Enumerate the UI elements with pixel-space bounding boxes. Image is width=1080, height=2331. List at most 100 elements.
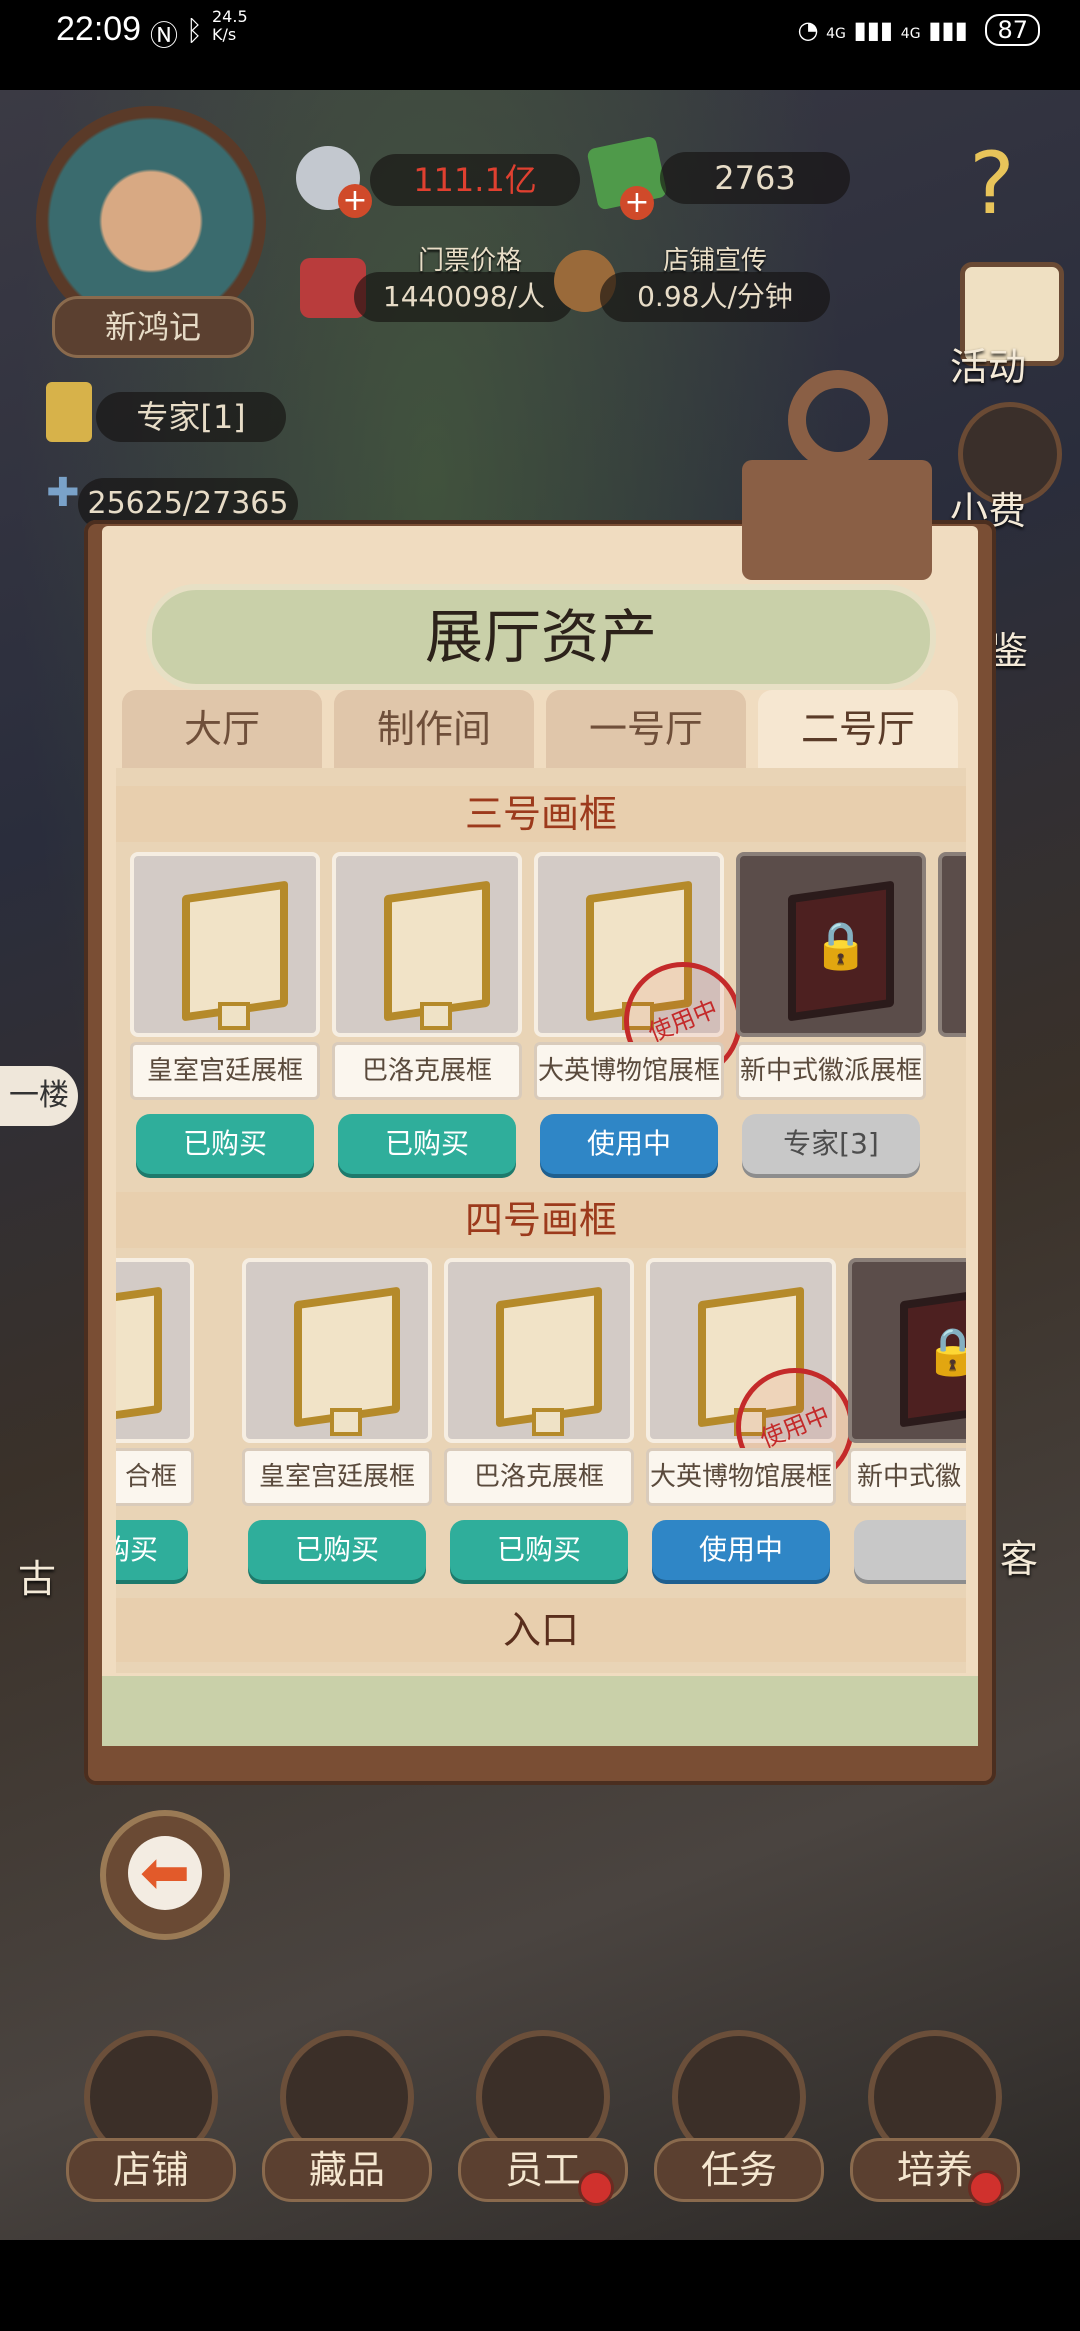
tab-hall[interactable]: 大厅	[122, 690, 322, 768]
frame-row-4: 合框 购买 皇室宫廷展框 已购买 巴洛克展框 已购买 使用中 大英博物馆展框 使…	[116, 1258, 966, 1598]
nav-collection[interactable]: 藏品	[262, 2030, 432, 2220]
gu-label[interactable]: 古	[18, 1548, 56, 1603]
promo-value: 0.98人/分钟	[600, 272, 830, 322]
frame-icon	[294, 1286, 400, 1428]
status-time: 22:09	[56, 10, 142, 48]
signal-label-1: 4G	[826, 26, 846, 42]
list-item[interactable]: 巴洛克展框 已购买	[332, 852, 528, 1192]
help-icon[interactable]: ?	[944, 136, 1040, 232]
frame-thumbnail-locked: 🔒	[848, 1258, 966, 1443]
nameplate-icon	[218, 1002, 250, 1030]
nav-tasks-label: 任务	[654, 2138, 824, 2202]
ticket-value: 1440098/人	[354, 272, 574, 322]
in-use-button[interactable]: 使用中	[540, 1114, 718, 1174]
expert-required-button[interactable]: 专家[3]	[742, 1114, 920, 1174]
net-speed: 24.5 K/s	[212, 8, 248, 44]
bought-button[interactable]: 已购买	[450, 1520, 628, 1580]
gems-value: 2763	[660, 152, 850, 204]
signal-icon-2: ▮▮▮	[928, 16, 968, 44]
frame-icon	[116, 1286, 162, 1428]
tab-hall-2[interactable]: 二号厅	[758, 690, 958, 768]
status-bar: 22:09 Ⓝ ᛒ 24.5 K/s ◔ 4G ▮▮▮ 4G ▮▮▮ 87	[0, 0, 1080, 90]
notification-dot	[968, 2170, 1004, 2206]
panel-footer	[102, 1676, 978, 1746]
signal-icon-1: ▮▮▮	[853, 16, 894, 44]
nameplate-icon	[532, 1408, 564, 1436]
list-item[interactable]: 使用中 大英博物馆展框 使用中	[534, 852, 760, 1192]
net-speed-value: 24.5	[212, 7, 248, 26]
lock-icon: 🔒	[924, 1324, 966, 1378]
buy-button[interactable]: 购买	[116, 1520, 188, 1580]
nav-shop[interactable]: 店铺	[66, 2030, 236, 2220]
expert-required-button[interactable]: 专家	[854, 1520, 966, 1580]
frame-name: 巴洛克展框	[444, 1448, 634, 1506]
bluetooth-icon: ᛒ	[186, 14, 203, 47]
bought-button[interactable]: 已购买	[338, 1114, 516, 1174]
player-name: 新鸿记	[52, 296, 254, 358]
signal-label-2: 4G	[900, 26, 921, 42]
system-nav-area	[0, 2240, 1080, 2331]
frame-icon	[496, 1286, 602, 1428]
status-right: ◔ 4G ▮▮▮ 4G ▮▮▮ 87	[798, 14, 1040, 46]
frame-name: 新中式徽派展框	[736, 1042, 926, 1100]
section-title-entrance: 入口	[116, 1598, 966, 1662]
nav-shop-label: 店铺	[66, 2138, 236, 2202]
list-item[interactable]: 🔒 新中式徽派展框 专家[3]	[736, 852, 932, 1192]
frame-name: 皇室宫廷展框	[130, 1042, 320, 1100]
frame-thumbnail-locked: 🔒	[736, 852, 926, 1037]
add-money-icon[interactable]: +	[338, 184, 372, 218]
frame-name: 新中式徽	[848, 1448, 966, 1506]
net-speed-unit: K/s	[212, 25, 237, 44]
nav-collection-label: 藏品	[262, 2138, 432, 2202]
floor-tag[interactable]: 一楼	[0, 1066, 78, 1126]
tab-hall-1[interactable]: 一号厅	[546, 690, 746, 768]
frame-icon	[182, 880, 288, 1022]
frame-thumbnail	[130, 852, 320, 1037]
list-item[interactable]: 皇室宫廷展框 已购买	[242, 1258, 438, 1598]
lock-icon: 🔒	[812, 918, 870, 972]
add-gems-icon[interactable]: +	[620, 186, 654, 220]
list-item-partial[interactable]: 🔒 新中式徽 专家	[848, 1258, 966, 1598]
nav-tasks[interactable]: 任务	[654, 2030, 824, 2220]
panel-title-banner: 展厅资产	[146, 584, 936, 690]
list-item-partial[interactable]: 合框 购买	[116, 1258, 200, 1598]
guest-label[interactable]: 客	[1000, 1528, 1038, 1583]
money-value: 111.1亿	[370, 154, 580, 206]
asset-list[interactable]: 三号画框 皇室宫廷展框 已购买 巴洛克展框 已购买 使用中 大英博物馆展框 使用…	[116, 768, 966, 1673]
back-button[interactable]: ⬅	[100, 1810, 230, 1940]
frame-name: 皇室宫廷展框	[242, 1448, 432, 1506]
frame-name: 大英博物馆展框	[646, 1448, 836, 1506]
frame-icon	[384, 880, 490, 1022]
section-title-frame-4: 四号画框	[116, 1192, 966, 1248]
frame-thumbnail	[242, 1258, 432, 1443]
wifi-icon: ◔	[797, 16, 819, 44]
bought-button[interactable]: 已购买	[136, 1114, 314, 1174]
frame-thumbnail	[332, 852, 522, 1037]
section-title-frame-3: 三号画框	[116, 786, 966, 842]
battery-indicator: 87	[985, 14, 1040, 46]
clipboard-clip-icon	[742, 370, 932, 580]
nfc-icon: Ⓝ	[150, 19, 179, 52]
rank-icon	[46, 382, 92, 442]
nav-train[interactable]: 培养	[850, 2030, 1020, 2220]
bought-button[interactable]: 已购买	[248, 1520, 426, 1580]
list-item[interactable]: 使用中 大英博物馆展框 使用中	[646, 1258, 872, 1598]
frame-thumbnail-locked	[938, 852, 966, 1037]
frame-name: 合框	[116, 1448, 194, 1506]
list-item[interactable]: 皇室宫廷展框 已购买	[130, 852, 326, 1192]
frame-name: 大英博物馆展框	[534, 1042, 724, 1100]
rank-label: 专家[1]	[96, 392, 286, 442]
tab-workshop[interactable]: 制作间	[334, 690, 534, 768]
list-item[interactable]: 巴洛克展框 已购买	[444, 1258, 640, 1598]
frame-thumbnail	[116, 1258, 194, 1443]
activity-label[interactable]: 活动	[950, 336, 1026, 391]
panel-title: 展厅资产	[424, 603, 657, 671]
frame-thumbnail	[444, 1258, 634, 1443]
notification-dot	[578, 2170, 614, 2206]
nameplate-icon	[330, 1408, 362, 1436]
frame-row-3: 皇室宫廷展框 已购买 巴洛克展框 已购买 使用中 大英博物馆展框 使用中 🔒 新…	[116, 852, 966, 1192]
in-use-button[interactable]: 使用中	[652, 1520, 830, 1580]
back-arrow-icon: ⬅	[128, 1836, 202, 1910]
nav-staff[interactable]: 员工	[458, 2030, 628, 2220]
list-item-partial[interactable]	[938, 852, 966, 1192]
